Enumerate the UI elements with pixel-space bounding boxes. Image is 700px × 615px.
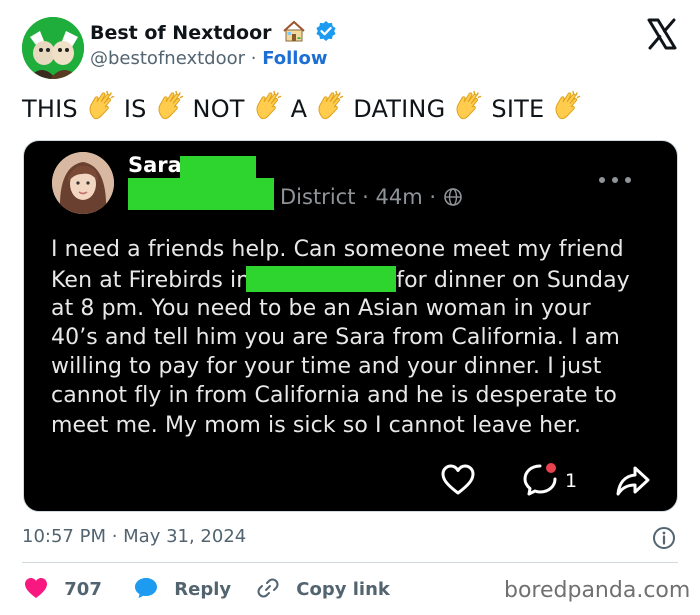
post-meta: District · 44m ·: [280, 185, 463, 212]
heart-outline-icon[interactable]: [440, 463, 476, 501]
house-icon: [282, 20, 306, 47]
redaction-bar-location: [128, 178, 274, 210]
footer-divider: [22, 562, 678, 563]
info-icon[interactable]: [652, 526, 676, 550]
display-name[interactable]: Best of Nextdoor: [90, 20, 337, 47]
tweet-word: IS: [123, 95, 147, 123]
post-body-line-2: Ken at Firebirds in for dinner on Sunday: [51, 266, 630, 293]
share-arrow-icon[interactable]: [615, 464, 651, 502]
tweet-word: THIS: [22, 95, 78, 123]
clapping-hands-icon: [314, 90, 346, 128]
tweet-word: NOT: [192, 95, 245, 123]
redaction-bar-name: [180, 156, 256, 178]
x-logo-icon[interactable]: [644, 16, 680, 52]
watermark: boredpanda.com: [504, 578, 691, 603]
post-author-name: Sara: [128, 153, 182, 177]
post-body-line-4: 40’s and tell him you are Sara from Cali…: [51, 325, 620, 350]
clapping-hands-icon: [85, 90, 117, 128]
like-count: 707: [64, 579, 102, 600]
display-name-text[interactable]: Best of Nextdoor: [90, 22, 272, 44]
post-time: 44m: [375, 185, 423, 209]
post-body-line-5: willing to pay for your time and your di…: [51, 354, 602, 379]
tweet-word: DATING: [353, 95, 446, 123]
link-icon: [256, 577, 280, 604]
post-body-line-3: at 8 pm. You need to be an Asian woman i…: [51, 296, 591, 321]
like-button[interactable]: 707: [24, 577, 102, 604]
post-author-avatar: [52, 152, 114, 214]
tweet-timestamp[interactable]: 10:57 PM · May 31, 2024: [22, 526, 246, 547]
comment-icon[interactable]: [520, 460, 560, 502]
tweet-text: THIS IS NOT A DATING SITE: [22, 90, 590, 128]
redaction-bar-city: [246, 266, 397, 292]
reply-button[interactable]: Reply: [134, 577, 231, 604]
clapping-hands-icon: [252, 90, 284, 128]
follow-button[interactable]: Follow: [262, 48, 327, 69]
reply-bubble-icon: [134, 577, 158, 604]
clapping-hands-icon: [154, 90, 186, 128]
tweet-word: SITE: [491, 95, 545, 123]
post-body-line-1: I need a friends help. Can someone meet …: [51, 237, 624, 262]
clapping-hands-icon: [452, 90, 484, 128]
post-body-line-6: cannot fly in from California and he is …: [51, 383, 617, 408]
copy-link-button[interactable]: Copy link: [256, 577, 390, 604]
globe-icon: [443, 187, 463, 212]
post-body-line-7: meet me. My mom is sick so I cannot leav…: [51, 413, 582, 438]
meta-separator-1: ·: [355, 185, 376, 209]
more-dots-icon[interactable]: [595, 172, 635, 186]
post-body-line-2a: Ken at Firebirds in: [51, 268, 251, 293]
comment-count: 1: [565, 470, 578, 492]
verified-badge-icon: [315, 20, 337, 47]
handle-line: @bestofnextdoor · Follow: [90, 48, 327, 69]
post-body-line-2b: for dinner on Sunday: [396, 268, 630, 293]
account-handle[interactable]: @bestofnextdoor: [90, 48, 245, 69]
post-location: District: [280, 185, 356, 209]
tweet-word: A: [290, 95, 308, 123]
heart-icon: [24, 577, 48, 604]
handle-separator: ·: [245, 48, 263, 69]
reply-label: Reply: [174, 579, 232, 600]
copy-link-label: Copy link: [296, 579, 390, 600]
clapping-hands-icon: [551, 90, 583, 128]
account-avatar[interactable]: [22, 17, 84, 79]
meta-separator-2: ·: [422, 185, 443, 209]
